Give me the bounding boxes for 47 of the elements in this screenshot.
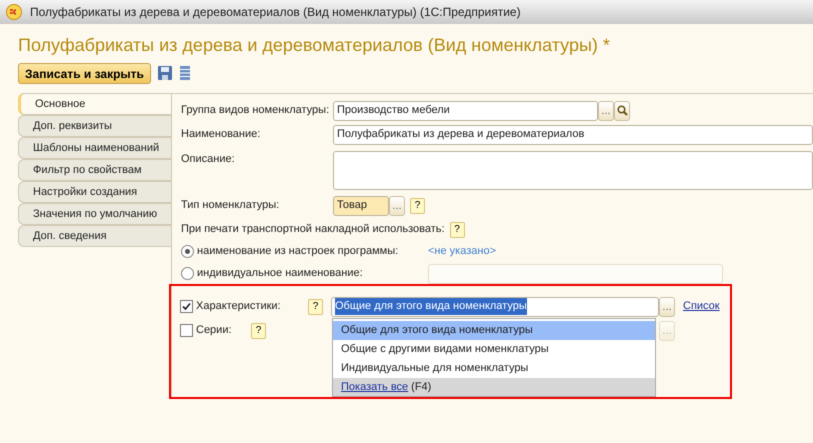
save-icon[interactable] bbox=[156, 65, 173, 81]
help-button[interactable]: ? bbox=[410, 198, 425, 214]
field-label: Группа видов номенклатуры: bbox=[181, 103, 330, 118]
dropdown-item[interactable]: Общие для этого вида номенклатуры bbox=[333, 321, 655, 340]
window-title: Полуфабрикаты из дерева и деревоматериалов (Вид номенклатуры) (1С:Предприятие) bbox=[30, 4, 521, 21]
tab[interactable]: Доп. реквизиты bbox=[18, 115, 171, 137]
tab[interactable]: Доп. сведения bbox=[18, 225, 171, 247]
check-icon bbox=[182, 302, 191, 311]
characteristics-field[interactable]: Общие для этого вида номенклатуры bbox=[331, 296, 659, 316]
list-link[interactable]: Список bbox=[683, 298, 720, 315]
radio-option[interactable]: индивидуальное наименование: bbox=[181, 265, 428, 282]
tab[interactable]: Фильтр по свойствам bbox=[18, 159, 171, 181]
type-field[interactable]: Товар bbox=[333, 196, 389, 216]
help-button[interactable]: ? bbox=[308, 298, 323, 314]
form-title: Полуфабрикаты из дерева и деревоматериалов (Вид номенклатуры) * bbox=[18, 34, 611, 57]
dropdown-item[interactable]: Индивидуальные для номенклатуры bbox=[333, 359, 655, 378]
help-button[interactable]: ? bbox=[450, 222, 465, 238]
checkbox-option[interactable]: Серии: bbox=[180, 322, 246, 339]
dropdown-item[interactable]: Общие с другими видами номенклатуры bbox=[333, 340, 655, 359]
list-icon[interactable] bbox=[178, 65, 191, 81]
save-and-close-button[interactable]: Записать и закрыть bbox=[18, 62, 151, 84]
select-button[interactable]: ... bbox=[598, 100, 614, 120]
app-logo-icon bbox=[6, 4, 22, 20]
tab[interactable]: Основное bbox=[18, 93, 171, 115]
tab[interactable]: Настройки создания bbox=[18, 181, 171, 203]
help-button[interactable]: ? bbox=[251, 322, 266, 338]
checkbox[interactable] bbox=[180, 324, 193, 337]
search-icon bbox=[616, 105, 628, 116]
search-button[interactable] bbox=[614, 100, 630, 120]
shortcut-hint: (F4) bbox=[411, 380, 432, 395]
radio-option[interactable]: наименование из настроек программы: bbox=[181, 243, 428, 260]
tab[interactable]: Значения по умолчанию bbox=[18, 203, 171, 225]
show-all-link[interactable]: Показать все bbox=[341, 378, 408, 396]
field-label: Описание: bbox=[181, 152, 236, 167]
checkbox-option[interactable]: Характеристики: bbox=[180, 298, 303, 315]
description-field[interactable] bbox=[333, 151, 813, 190]
select-button[interactable]: ... bbox=[389, 196, 405, 216]
name-input-field[interactable] bbox=[428, 264, 723, 284]
name-field[interactable]: Полуфабрикаты из дерева и деревоматериалов bbox=[333, 124, 813, 144]
field-label: Тип номенклатуры: bbox=[181, 198, 280, 214]
field-label: Наименование: bbox=[181, 127, 262, 142]
section-label: При печати транспортной накладной использовать: bbox=[181, 222, 445, 238]
checkbox[interactable] bbox=[180, 300, 193, 313]
value-link[interactable]: <не указано> bbox=[428, 243, 496, 260]
group-field[interactable]: Производство мебели bbox=[333, 100, 598, 120]
tab[interactable]: Шаблоны наименований bbox=[18, 137, 171, 159]
select-button[interactable]: ... bbox=[659, 296, 675, 316]
